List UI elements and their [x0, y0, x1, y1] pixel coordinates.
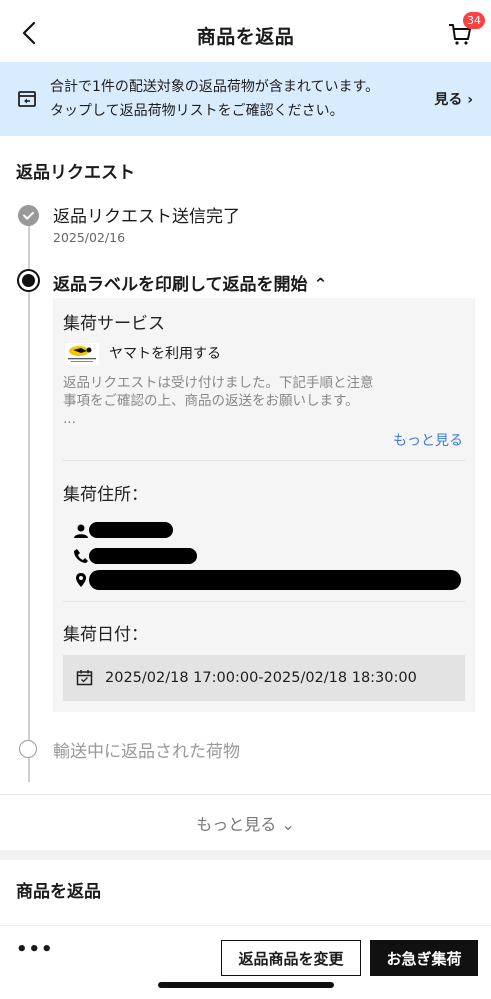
- calendar-icon: [76, 670, 93, 686]
- banner-text: 合計で1件の配送対象の返品荷物が含まれています。 タップして返品荷物リストをご確…: [50, 75, 410, 123]
- return-items-title: 商品を返品: [16, 882, 101, 902]
- return-box-icon: [18, 91, 36, 107]
- top-bar: 商品を返品 34: [0, 0, 491, 62]
- timeline-connector: [28, 292, 30, 740]
- step-print-label-title[interactable]: 返品ラベルを印刷して返品を開始 ⌃: [53, 270, 328, 295]
- divider: [63, 460, 465, 461]
- location-pin-icon: [76, 573, 86, 587]
- carrier-label: ヤマトを利用する: [109, 346, 221, 362]
- step-request-sent-date: 2025/02/16: [53, 230, 126, 245]
- redacted-name: [89, 522, 173, 538]
- redacted-address: [89, 570, 461, 590]
- divider: [63, 601, 465, 602]
- divider: [0, 794, 491, 795]
- section-separator: [0, 850, 491, 860]
- phone-icon: [74, 549, 88, 563]
- instructions-ellipsis: ...: [63, 411, 76, 427]
- address-location-row: [73, 570, 89, 590]
- banner-line-1: 合計で1件の配送対象の返品荷物が含まれています。: [50, 79, 380, 95]
- more-options-button[interactable]: •••: [16, 939, 54, 960]
- change-return-items-button[interactable]: 返品商品を変更: [221, 940, 361, 976]
- cart-count-badge: 34: [463, 12, 485, 29]
- instructions-text: 返品リクエストは受け付けました。下記手順と注意事項をご確認の上、商品の返送をお願…: [63, 375, 374, 409]
- return-parcel-banner[interactable]: 合計で1件の配送対象の返品荷物が含まれています。 タップして返品荷物リストをご確…: [0, 62, 491, 136]
- timeline-connector: [28, 226, 30, 269]
- banner-line-2: タップして返品荷物リストをご確認ください。: [50, 103, 344, 119]
- cart-button[interactable]: 34: [447, 12, 485, 48]
- return-request-title: 返品リクエスト: [16, 163, 135, 183]
- step-in-transit-title: 輸送中に返品された荷物: [53, 742, 240, 762]
- pickup-date-box: 2025/02/18 17:00:00-2025/02/18 18:30:00: [63, 655, 465, 701]
- address-phone-row: [73, 546, 89, 566]
- instructions-more-link[interactable]: もっと見る: [393, 430, 463, 450]
- show-more-button[interactable]: もっと見る ⌄: [0, 811, 491, 835]
- pickup-date-heading: 集荷日付：: [63, 625, 148, 645]
- home-indicator: [158, 982, 334, 988]
- timeline-connector: [28, 758, 30, 782]
- pickup-datetime: 2025/02/18 17:00:00-2025/02/18 18:30:00: [105, 670, 417, 686]
- step-active-indicator: [17, 269, 40, 292]
- yamato-cat-icon: [68, 346, 96, 362]
- pickup-details-card: 集荷サービス ヤマトを利用する 返品リクエストは受け付けました。下記手順と注意事…: [53, 298, 475, 712]
- checkmark-icon: [23, 211, 34, 220]
- return-instructions: 返品リクエストは受け付けました。下記手順と注意事項をご確認の上、商品の返送をお願…: [63, 374, 383, 428]
- address-name-row: [73, 521, 89, 541]
- yamato-logo: [65, 343, 99, 365]
- page-title: 商品を返品: [196, 26, 295, 48]
- step-done-indicator: [18, 205, 39, 226]
- banner-view-link[interactable]: 見る ›: [434, 89, 473, 109]
- person-icon: [74, 524, 88, 538]
- urgent-pickup-button[interactable]: お急ぎ集荷: [370, 940, 478, 976]
- pickup-service-heading: 集荷サービス: [63, 314, 165, 334]
- pickup-address-heading: 集荷住所：: [63, 485, 148, 505]
- step-pending-indicator: [19, 740, 37, 758]
- step-request-sent-title: 返品リクエスト送信完了: [53, 207, 240, 227]
- redacted-phone: [89, 548, 197, 564]
